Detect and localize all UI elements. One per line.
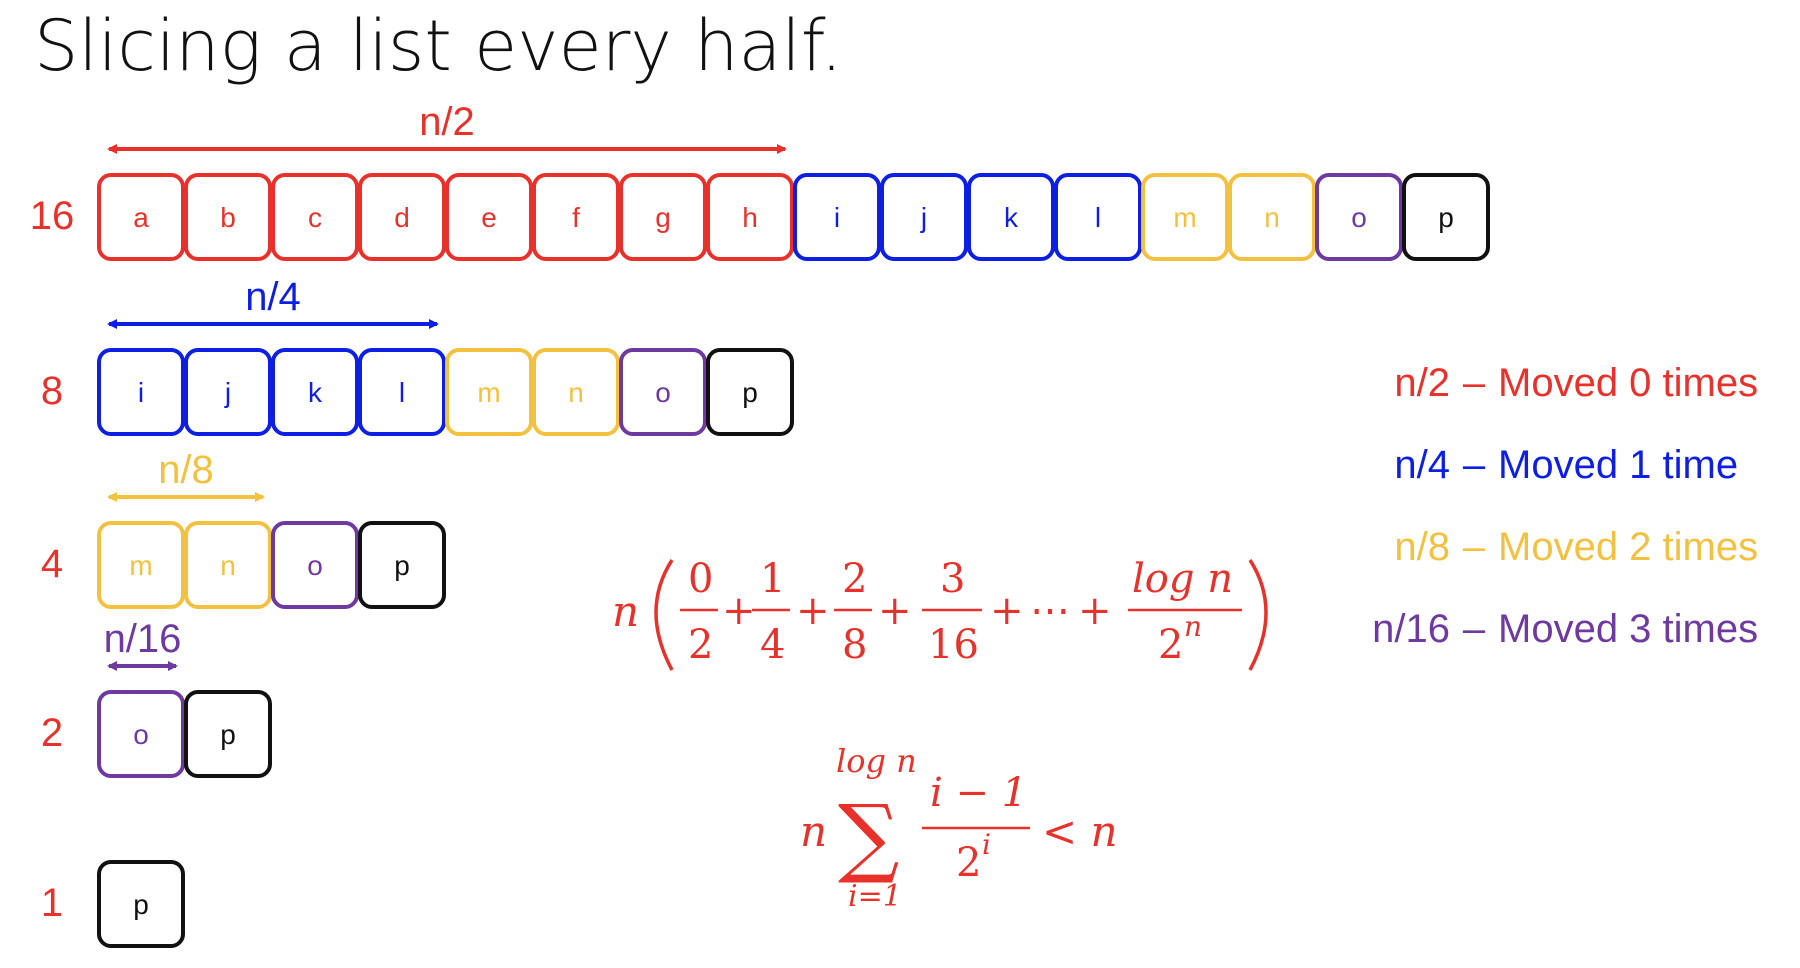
list-row: 8 i j k l m n o p n/4	[41, 275, 794, 436]
legend-text: Moved 0 times	[1498, 360, 1759, 405]
cell-letter: j	[920, 202, 927, 233]
legend-text: Moved 1 time	[1498, 442, 1739, 487]
bound-prefix: n	[800, 807, 827, 856]
cell-letter: o	[1351, 202, 1367, 233]
bound-num: i − 1	[930, 770, 1027, 816]
row-size-label: 1	[41, 881, 63, 925]
legend-item-n4: n/4 – Moved 1 time	[1340, 440, 1780, 490]
plus-sign: +	[1078, 588, 1112, 634]
cell-letter: e	[481, 202, 497, 233]
legend-text: Moved 2 times	[1498, 524, 1759, 569]
legend-item-n8: n/8 – Moved 2 times	[1340, 522, 1780, 572]
span-label: n/2	[419, 100, 475, 144]
cell-letter: m	[477, 377, 500, 408]
legend-label: n/8	[1394, 524, 1450, 569]
sigma-upper: log n	[836, 742, 917, 780]
cell-letter: p	[133, 889, 149, 920]
cell-letter: m	[129, 550, 152, 581]
bound-relation: < n	[1042, 807, 1118, 856]
cell-letter: l	[399, 377, 405, 408]
cell-letter: h	[742, 202, 758, 233]
cell-letter: j	[224, 377, 231, 408]
fraction-1-den: 4	[760, 622, 785, 668]
fraction-2-num: 2	[842, 556, 867, 602]
row-size-label: 8	[41, 369, 63, 413]
cell-letter: p	[220, 719, 236, 750]
list-row: 4 m n o p n/8	[41, 448, 446, 609]
last-fraction-num: log n	[1132, 556, 1233, 602]
legend-label: n/16	[1372, 606, 1450, 651]
last-fraction-den-exp: n	[1184, 610, 1202, 643]
cell-letter: g	[655, 202, 671, 233]
ellipsis: ⋯	[1030, 588, 1070, 634]
list-row: 16 a b c d e f g h i j k l m n o p n/2	[30, 100, 1490, 261]
span-label: n/4	[245, 275, 301, 319]
row-size-label: 2	[41, 711, 63, 755]
fraction-2-den: 8	[842, 622, 867, 668]
legend-separator: –	[1462, 442, 1486, 487]
list-row: 2 o p n/16	[41, 617, 272, 778]
cell-letter: k	[1004, 202, 1019, 233]
cell-letter: b	[220, 202, 236, 233]
sum-bound-formula: n ∑ log n i=1 i − 1 2 i < n	[800, 742, 1118, 914]
cell-letter: i	[138, 377, 144, 408]
cell-letter: k	[308, 377, 323, 408]
cell-letter: d	[394, 202, 410, 233]
fraction-0-num: 0	[688, 556, 713, 602]
row-size-label: 4	[41, 542, 63, 586]
fraction-0-den: 2	[688, 622, 713, 668]
legend-label: n/2	[1394, 360, 1450, 405]
legend-label: n/4	[1394, 442, 1450, 487]
cell-letter: n	[1264, 202, 1280, 233]
fraction-3-num: 3	[940, 556, 965, 602]
legend-item-n2: n/2 – Moved 0 times	[1340, 358, 1780, 408]
left-paren	[654, 559, 674, 671]
cell-letter: p	[394, 550, 410, 581]
fraction-1-num: 1	[760, 556, 785, 602]
cell-letter: c	[308, 202, 322, 233]
plus-sign: +	[796, 588, 830, 634]
row-size-label: 16	[30, 194, 75, 238]
cell-letter: o	[655, 377, 671, 408]
right-paren	[1248, 559, 1268, 671]
legend-item-n16: n/16 – Moved 3 times	[1340, 604, 1780, 654]
cell-letter: p	[1438, 202, 1454, 233]
legend-separator: –	[1462, 606, 1486, 651]
cell-letter: m	[1173, 202, 1196, 233]
fraction-3-den: 16	[928, 622, 979, 668]
cell-letter: a	[133, 202, 149, 233]
cell-letter: n	[220, 550, 236, 581]
cell-letter: f	[572, 202, 580, 233]
sum-formula: n 0 2 + 1 4 + 2 8 + 3 16 + ⋯ + log n 2 n	[612, 556, 1268, 671]
cell-letter: o	[307, 550, 323, 581]
sum-prefix: n	[612, 587, 639, 636]
bound-den-exp: i	[982, 828, 991, 861]
cell-letter: i	[834, 202, 840, 233]
plus-sign: +	[878, 588, 912, 634]
span-label: n/16	[104, 617, 182, 661]
legend-separator: –	[1462, 524, 1486, 569]
span-label: n/8	[158, 448, 214, 492]
cell-letter: l	[1095, 202, 1101, 233]
legend-text: Moved 3 times	[1498, 606, 1759, 651]
sigma-symbol: ∑	[838, 787, 899, 887]
cell-letter: p	[742, 377, 758, 408]
list-row: 1p	[41, 860, 185, 948]
last-fraction-den-base: 2	[1158, 622, 1183, 668]
cell-letter: o	[133, 719, 149, 750]
plus-sign: +	[722, 588, 756, 634]
list-rows: 16 a b c d e f g h i j k l m n o p n/2 8 i j k l m n o p n/4 4 m n o p n/…	[30, 100, 1490, 948]
plus-sign: +	[990, 588, 1024, 634]
legend-separator: –	[1462, 360, 1486, 405]
sigma-lower: i=1	[848, 879, 902, 914]
cell-letter: n	[568, 377, 584, 408]
bound-den-base: 2	[956, 840, 981, 886]
